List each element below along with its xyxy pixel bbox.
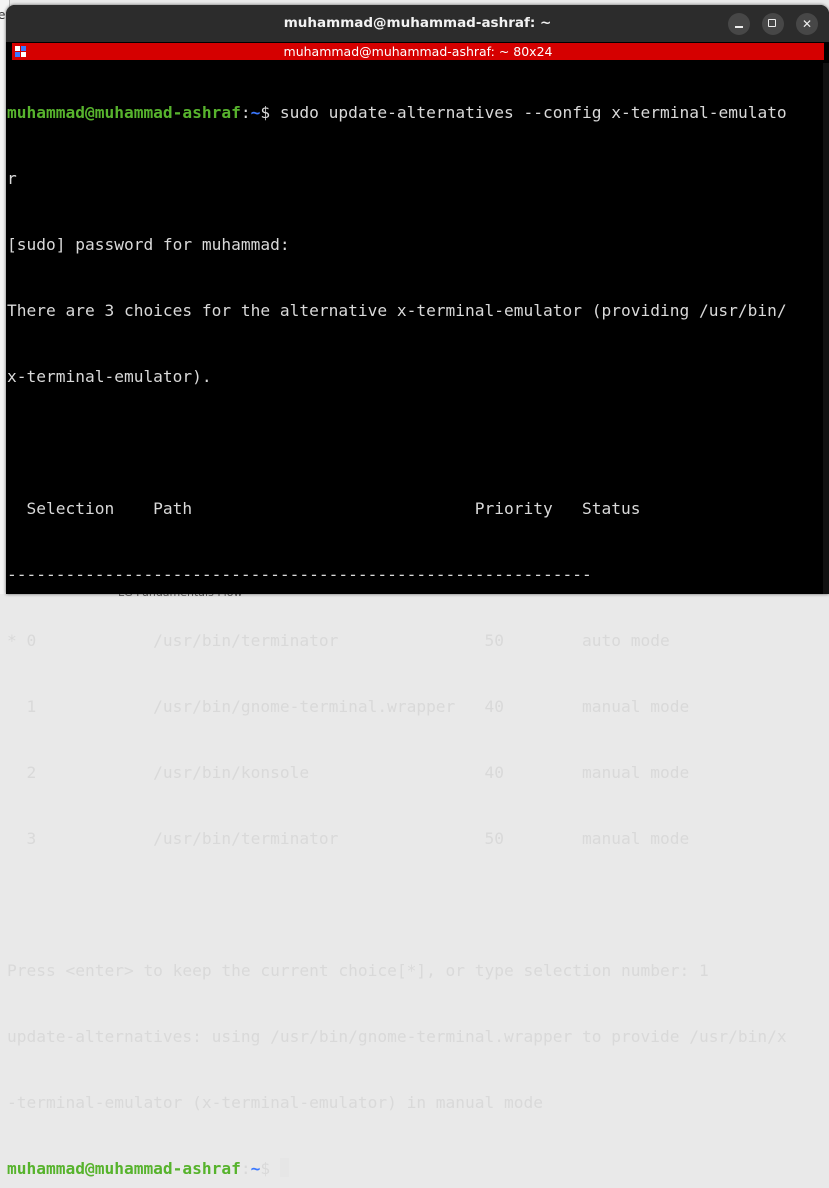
prompt-separator: : <box>240 103 251 122</box>
text-cursor[interactable] <box>279 1158 289 1177</box>
output-line: There are 3 choices for the alternative … <box>7 301 787 320</box>
output-line: [sudo] password for muhammad: <box>7 235 290 254</box>
close-icon: ✕ <box>801 17 813 31</box>
prompt-separator: : <box>240 1159 251 1178</box>
output-line: Press <enter> to keep the current choice… <box>7 961 709 980</box>
table-header-line: Selection Path Priority Status <box>7 499 641 518</box>
prompt-path: ~ <box>250 103 261 122</box>
output-line: update-alternatives: using /usr/bin/gnom… <box>7 1027 787 1046</box>
prompt-symbol: $ <box>260 1159 280 1178</box>
table-divider-line: ----------------------------------------… <box>7 565 592 584</box>
minimize-button[interactable] <box>728 13 750 35</box>
prompt-user: muhammad@muhammad-ashraf <box>7 103 241 122</box>
maximize-icon <box>768 19 776 27</box>
prompt-line[interactable]: muhammad@muhammad-ashraf:~$ <box>7 1158 813 1180</box>
table-row: 1 /usr/bin/gnome-terminal.wrapper 40 man… <box>7 697 690 716</box>
prompt-path: ~ <box>250 1159 261 1178</box>
table-row: 3 /usr/bin/terminator 50 manual mode <box>7 829 690 848</box>
prompt-symbol: $ <box>260 103 280 122</box>
command-text: sudo update-alternatives --config x-term… <box>279 103 787 122</box>
table-row: 2 /usr/bin/konsole 40 manual mode <box>7 763 690 782</box>
close-button[interactable]: ✕ <box>796 13 818 35</box>
terminal-output[interactable]: muhammad@muhammad-ashraf:~$ sudo update-… <box>7 58 813 1178</box>
table-row: * 0 /usr/bin/terminator 50 auto mode <box>7 631 670 650</box>
title-bar[interactable]: muhammad@muhammad-ashraf: ~ ✕ <box>6 5 829 42</box>
command-wrap-line: r <box>7 169 17 188</box>
minimize-icon <box>735 26 743 28</box>
scrollbar[interactable] <box>823 63 829 594</box>
maximize-button[interactable] <box>762 13 784 35</box>
command-line: muhammad@muhammad-ashraf:~$ sudo update-… <box>7 102 813 124</box>
prompt-user: muhammad@muhammad-ashraf <box>7 1159 241 1178</box>
output-line: x-terminal-emulator). <box>7 367 212 386</box>
output-line: -terminal-emulator (x-terminal-emulator)… <box>7 1093 544 1112</box>
window-title: muhammad@muhammad-ashraf: ~ <box>283 15 552 31</box>
